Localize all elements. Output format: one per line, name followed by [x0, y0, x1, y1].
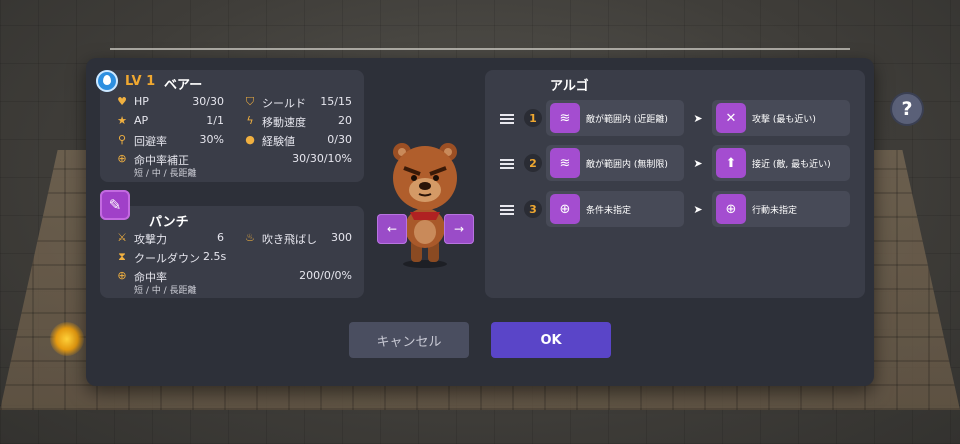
- coin-glow: [50, 322, 84, 356]
- rule-condition[interactable]: ≋ 敵が範囲内 (近距離): [546, 100, 684, 136]
- stat-ap-label: AP: [134, 114, 149, 127]
- knockback-value: 300: [331, 231, 352, 244]
- rule-condition-label: 敵が範囲内 (無制限): [586, 160, 668, 170]
- shield-icon: ⛉: [245, 95, 255, 108]
- stat-evasion-label: 回避率: [134, 135, 167, 148]
- rule-condition[interactable]: ≋ 敵が範囲内 (無制限): [546, 145, 684, 181]
- drag-handle-icon[interactable]: [500, 112, 514, 126]
- wifi-range-icon: ≋: [550, 148, 580, 178]
- attack-value: 6: [217, 231, 224, 244]
- accuracy-mod-range: 短 / 中 / 長距離: [134, 169, 197, 179]
- chevron-right-icon: ➤: [693, 156, 703, 170]
- chevron-right-icon: ➤: [693, 111, 703, 125]
- rule-action[interactable]: ✕ 攻撃 (最も近い): [712, 100, 850, 136]
- arrow-up-icon: ⬆: [716, 148, 746, 178]
- stat-shield-value: 15/15: [320, 95, 352, 108]
- stat-ap-value: 1/1: [206, 114, 224, 127]
- attack-label: 攻撃力: [134, 233, 167, 246]
- water-drop-icon: [96, 70, 118, 92]
- lightning-icon: ϟ: [246, 114, 254, 127]
- rule-condition[interactable]: ⊕ 条件未指定: [546, 191, 684, 227]
- drag-handle-icon[interactable]: [500, 157, 514, 171]
- arena-border: [110, 48, 850, 50]
- hourglass-icon: ⧗: [118, 250, 126, 263]
- wifi-range-icon: ≋: [550, 103, 580, 133]
- rule-action[interactable]: ⬆ 接近 (敵, 最も近い): [712, 145, 850, 181]
- rule-action[interactable]: ⊕ 行動未指定: [712, 191, 850, 227]
- stat-hp-value: 30/30: [192, 95, 224, 108]
- stat-exp-label: 経験値: [262, 135, 295, 148]
- rule-number: 1: [524, 109, 542, 127]
- rule-condition-label: 敵が範囲内 (近距離): [586, 115, 668, 125]
- help-button[interactable]: ?: [892, 94, 922, 124]
- rule-number: 2: [524, 154, 542, 172]
- stat-speed-value: 20: [338, 114, 352, 127]
- rule-action-label: 接近 (敵, 最も近い): [752, 160, 831, 170]
- ai-title: アルゴ: [550, 79, 589, 94]
- cooldown-value: 2.5s: [203, 250, 227, 263]
- next-unit-button[interactable]: →: [444, 214, 474, 244]
- medal-icon: ●: [245, 133, 255, 146]
- drag-handle-icon[interactable]: [500, 203, 514, 217]
- crosshair-icon: ⊕: [117, 152, 127, 165]
- character-name: ベアー: [164, 78, 203, 93]
- skill-icon[interactable]: ✎: [100, 190, 130, 220]
- rule-number: 3: [524, 200, 542, 218]
- skill-accuracy-value: 200/0/0%: [299, 269, 352, 282]
- heart-icon: ♥: [117, 95, 127, 108]
- stat-hp-label: HP: [134, 95, 149, 108]
- rule-condition-label: 条件未指定: [586, 206, 632, 216]
- runner-icon: ⚲: [117, 133, 127, 146]
- accuracy-mod-value: 30/30/10%: [292, 152, 352, 165]
- cooldown-label: クールダウン: [134, 252, 200, 265]
- stat-evasion-value: 30%: [199, 133, 224, 146]
- chevron-right-icon: ➤: [693, 202, 703, 216]
- sword-icon: ⚔: [117, 231, 127, 244]
- level-label: LV 1: [125, 74, 156, 89]
- ok-button[interactable]: OK: [491, 322, 611, 358]
- crosshair-icon: ⊕: [117, 269, 127, 282]
- rule-action-label: 攻撃 (最も近い): [752, 115, 816, 125]
- star-icon: ★: [117, 114, 127, 127]
- knockback-label: 吹き飛ばし: [262, 233, 317, 246]
- attack-icon: ✕: [716, 103, 746, 133]
- skill-accuracy-range: 短 / 中 / 長距離: [134, 286, 197, 296]
- cancel-button[interactable]: キャンセル: [349, 322, 469, 358]
- plus-circle-icon: ⊕: [716, 194, 746, 224]
- rule-action-label: 行動未指定: [752, 206, 798, 216]
- knockback-icon: ♨: [245, 231, 255, 244]
- skill-name: パンチ: [149, 215, 189, 230]
- bear-character: [380, 132, 470, 272]
- stat-exp-value: 0/30: [327, 133, 352, 146]
- prev-unit-button[interactable]: ←: [377, 214, 407, 244]
- plus-circle-icon: ⊕: [550, 194, 580, 224]
